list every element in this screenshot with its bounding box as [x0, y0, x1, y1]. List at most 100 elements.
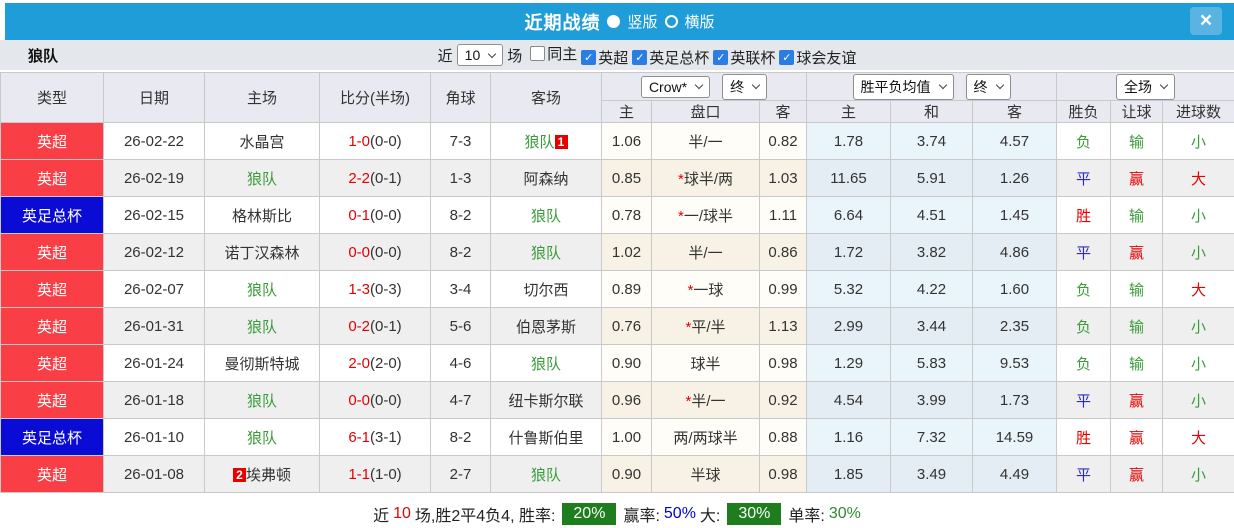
result-cell: 平 [1056, 233, 1111, 271]
vertical-layout-option[interactable]: 竖版 [627, 11, 657, 32]
filter-checkbox-球会友谊[interactable]: ✓ 球会友谊 [779, 47, 856, 68]
league-cell: 英足总杯 [0, 418, 104, 456]
filter-checkbox-英超[interactable]: ✓ 英超 [581, 47, 628, 68]
odds-away-cell: 0.98 [759, 344, 807, 382]
checkbox-icon[interactable]: ✓ [713, 49, 729, 65]
odds-time-select[interactable]: 终 [722, 73, 768, 100]
odds-away-cell: 1.11 [759, 196, 807, 234]
goals-cell: 小 [1162, 344, 1234, 382]
table-row: 英超 26-01-31 狼队 0-2(0-1) 5-6 伯恩茅斯 0.76 *平/半 1.13 2… [0, 307, 1234, 345]
footer-prefix: 近 [373, 507, 390, 525]
halftime-score: (0-0) [370, 132, 402, 150]
filter-checkbox-英联杯[interactable]: ✓ 英联杯 [713, 47, 775, 68]
checkbox-icon[interactable] [530, 45, 546, 61]
halftime-score: (0-1) [370, 317, 402, 335]
checkbox-icon[interactable]: ✓ [779, 49, 795, 65]
col-header-away: 客场 [490, 72, 602, 123]
avg-odds-select[interactable]: 胜平负均值 [852, 73, 954, 100]
fulltime-score: 6-1 [348, 428, 370, 446]
result-cell: 平 [1056, 159, 1111, 197]
avg-time-value: 终 [973, 78, 988, 95]
goals-cell: 大 [1162, 270, 1234, 308]
fulltime-score: 0-0 [348, 243, 370, 261]
odds-time-value: 终 [730, 78, 745, 95]
halftime-score: (0-0) [370, 391, 402, 409]
avg-draw-cell: 5.91 [890, 159, 973, 197]
match-count-select[interactable]: 10 [456, 44, 504, 66]
match-count-value: 10 [464, 47, 481, 63]
win-label: 赢率: [623, 507, 660, 525]
home-team-cell: 曼彻斯特城 [204, 344, 320, 382]
table-row: 英超 26-02-19 狼队 2-2(0-1) 1-3 阿森纳 0.85 *球半/两 1.03 1… [0, 159, 1234, 197]
odds-away-cell: 0.86 [759, 233, 807, 271]
score-cell: 1-1(1-0) [319, 455, 431, 493]
vertical-layout-radio-icon[interactable] [607, 15, 621, 28]
halftime-score: (0-0) [370, 243, 402, 261]
handicap-cell: *半/一 [651, 381, 760, 419]
date-cell: 26-02-22 [103, 122, 205, 160]
filter-checkbox-同主[interactable]: 同主 [530, 43, 577, 64]
star-icon: * [685, 318, 692, 336]
checkbox-label: 英足总杯 [649, 49, 710, 67]
date-cell: 26-02-19 [103, 159, 205, 197]
corners-cell: 2-7 [430, 455, 491, 493]
odds-away-cell: 0.99 [759, 270, 807, 308]
horizontal-layout-radio-icon[interactable] [664, 15, 678, 28]
horizontal-layout-option[interactable]: 横版 [685, 11, 715, 32]
scope-value: 全场 [1124, 78, 1152, 95]
avg-draw-cell: 7.32 [890, 418, 973, 456]
avg-time-select[interactable]: 终 [965, 73, 1011, 100]
avg-home-cell: 5.32 [806, 270, 891, 308]
avg-away-cell: 1.73 [972, 381, 1057, 419]
date-cell: 26-01-31 [103, 307, 205, 345]
col-header-odds-home: 主 [601, 100, 652, 123]
fulltime-score: 0-1 [348, 206, 370, 224]
home-team-cell: 狼队 [204, 270, 320, 308]
result-cell: 负 [1056, 122, 1111, 160]
home-team-cell: 狼队 [204, 307, 320, 345]
col-header-date: 日期 [103, 72, 205, 123]
league-cell: 英超 [0, 307, 104, 345]
star-icon: * [685, 392, 692, 410]
scope-select[interactable]: 全场 [1116, 73, 1175, 100]
checkbox-label: 同主 [547, 45, 578, 63]
checkbox-label: 英联杯 [730, 49, 776, 67]
date-cell: 26-01-24 [103, 344, 205, 382]
goals-cell: 小 [1162, 122, 1234, 160]
checkbox-label: 球会友谊 [796, 49, 857, 67]
checkbox-icon[interactable]: ✓ [581, 49, 597, 65]
avg-home-cell: 1.29 [806, 344, 891, 382]
handicap-cell: 半球 [651, 455, 760, 493]
avg-home-cell: 1.72 [806, 233, 891, 271]
avg-odds-value: 胜平负均值 [860, 78, 931, 95]
away-team-cell: 伯恩茅斯 [490, 307, 602, 345]
filter-checkbox-英足总杯[interactable]: ✓ 英足总杯 [632, 47, 709, 68]
checkbox-icon[interactable]: ✓ [632, 49, 648, 65]
goals-cell: 大 [1162, 159, 1234, 197]
date-cell: 26-02-07 [103, 270, 205, 308]
home-team-cell: 狼队 [204, 159, 320, 197]
col-header-avg-away: 客 [972, 100, 1057, 123]
away-team-cell: 狼队 1 [490, 122, 602, 160]
close-button[interactable]: × [1190, 7, 1222, 35]
handicap-cell: *一球 [651, 270, 760, 308]
corners-cell: 8-2 [430, 233, 491, 271]
odds-company-select[interactable]: Crow* [640, 75, 711, 98]
odds-home-cell: 0.89 [601, 270, 652, 308]
table-row: 英超 26-01-18 狼队 0-0(0-0) 4-7 纽卡斯尔联 0.96 *半/一 0.92… [0, 381, 1234, 419]
home-team-cell: 格林斯比 [204, 196, 320, 234]
chevron-down-icon [1159, 80, 1169, 90]
home-team-cell: 狼队 [204, 381, 320, 419]
avg-home-cell: 1.16 [806, 418, 891, 456]
dialog-title: 近期战绩 [524, 12, 601, 33]
goals-cell: 小 [1162, 307, 1234, 345]
halftime-score: (2-0) [370, 354, 402, 372]
handicap-cell: 球半 [651, 344, 760, 382]
goals-cell: 小 [1162, 233, 1234, 271]
handicap-result-cell: 输 [1110, 270, 1163, 308]
handicap-result-cell: 输 [1110, 307, 1163, 345]
result-cell: 胜 [1056, 196, 1111, 234]
fulltime-score: 2-0 [348, 354, 370, 372]
near-label: 近 [437, 47, 453, 65]
big-label: 大: [699, 507, 721, 525]
